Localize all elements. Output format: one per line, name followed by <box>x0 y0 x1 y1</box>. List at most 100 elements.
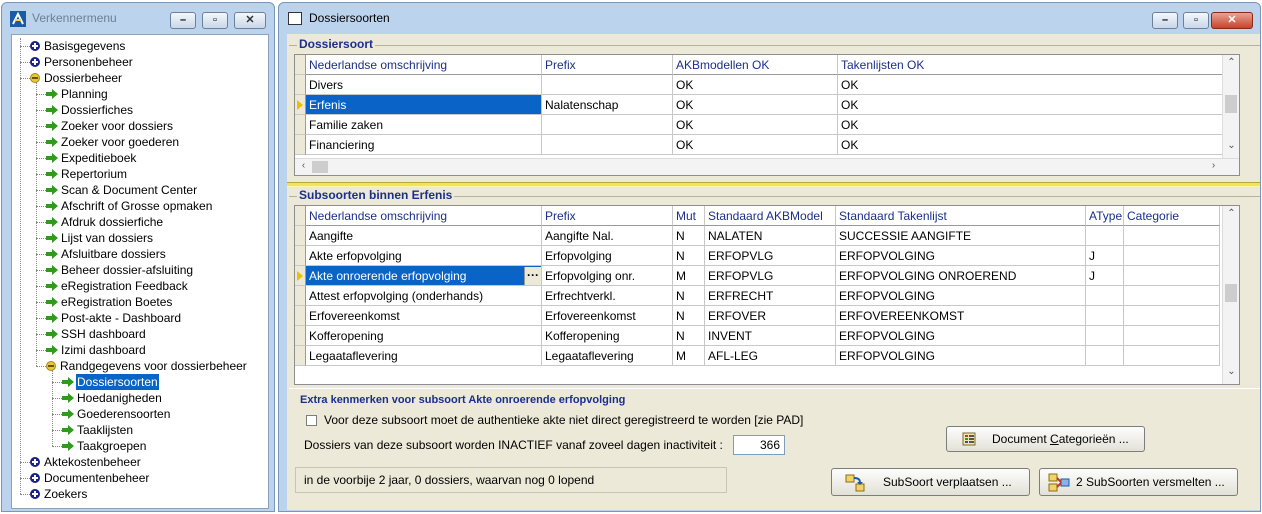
cell-ellipsis-button[interactable]: ··· <box>524 267 541 285</box>
table-cell[interactable]: ERFOPVOLGING <box>836 346 1086 366</box>
table-cell[interactable] <box>1086 226 1124 246</box>
row-indicator[interactable] <box>295 226 306 246</box>
tree-item[interactable]: Randgegevens voor dossierbeheer <box>12 358 267 374</box>
table-cell[interactable]: M <box>673 346 705 366</box>
column-header[interactable]: AKBmodellen OK <box>673 55 838 75</box>
table-cell[interactable] <box>542 135 673 155</box>
tree-item[interactable]: Afsluitbare dossiers <box>12 246 267 262</box>
scroll-down-icon[interactable]: ⌄ <box>1223 140 1239 151</box>
table-cell[interactable] <box>1124 306 1220 326</box>
tree-item[interactable]: Expeditieboek <box>12 150 267 166</box>
dossiersoort-grid[interactable]: Nederlandse omschrijving Prefix AKBmodelle… <box>294 54 1240 176</box>
row-indicator[interactable] <box>295 75 306 95</box>
tree-item[interactable]: Taakgroepen <box>12 438 267 454</box>
main-close-button[interactable]: ✕ <box>1211 12 1253 29</box>
column-header[interactable]: Takenlijsten OK <box>838 55 1224 75</box>
tree-item[interactable]: Planning <box>12 86 267 102</box>
table-cell[interactable]: Akte erfopvolging <box>306 246 542 266</box>
table-cell[interactable]: OK <box>673 75 838 95</box>
table-cell[interactable]: Akte onroerende erfopvolging <box>306 266 542 286</box>
table-cell[interactable]: ERFOPVLG <box>705 266 836 286</box>
column-header[interactable]: Categorie <box>1124 206 1220 226</box>
scroll-thumb[interactable] <box>1225 95 1237 113</box>
table-cell[interactable] <box>1124 286 1220 306</box>
table-cell[interactable]: Erfovereenkomst <box>542 306 673 326</box>
table-cell[interactable] <box>1086 326 1124 346</box>
table-cell[interactable] <box>1086 306 1124 326</box>
table-cell[interactable]: Divers <box>306 75 542 95</box>
explorer-minimize-button[interactable]: – <box>170 12 196 29</box>
tree-item[interactable]: Scan & Document Center <box>12 182 267 198</box>
table-cell[interactable]: ERFOPVOLGING ONROEREND <box>836 266 1086 286</box>
tree-item[interactable]: SSH dashboard <box>12 326 267 342</box>
table-cell[interactable]: Erfopvolging <box>542 246 673 266</box>
expand-icon[interactable] <box>30 473 40 483</box>
move-subsoort-button[interactable]: SubSoort verplaatsen ... <box>831 468 1030 496</box>
table-cell[interactable]: OK <box>838 115 1224 135</box>
current-row-icon[interactable] <box>295 95 306 115</box>
main-titlebar[interactable]: Dossiersoorten – ▫ ✕ <box>279 3 1260 33</box>
table-cell[interactable] <box>1124 266 1220 286</box>
merge-subsoorten-button[interactable]: 2 SubSoorten versmelten ... <box>1039 468 1238 496</box>
table-cell[interactable]: Erfenis <box>306 95 542 115</box>
table-cell[interactable]: NALATEN <box>705 226 836 246</box>
table-cell[interactable]: OK <box>838 135 1224 155</box>
table-cell[interactable] <box>1124 226 1220 246</box>
row-indicator[interactable] <box>295 306 306 326</box>
tree-item[interactable]: Zoeker voor goederen <box>12 134 267 150</box>
table-cell[interactable]: OK <box>838 95 1224 115</box>
column-header[interactable]: Standaard Takenlijst <box>836 206 1086 226</box>
table-cell[interactable]: Erfovereenkomst <box>306 306 542 326</box>
table-cell[interactable] <box>542 75 673 95</box>
explorer-titlebar[interactable]: Verkennermenu – ▫ ✕ <box>2 3 274 33</box>
table-cell[interactable]: Attest erfopvolging (onderhands) <box>306 286 542 306</box>
tree-item[interactable]: Repertorium <box>12 166 267 182</box>
table-cell[interactable]: ERFOPVLG <box>705 246 836 266</box>
main-maximize-button[interactable]: ▫ <box>1183 12 1209 29</box>
vertical-scrollbar[interactable]: ⌃ ⌄ <box>1222 206 1239 384</box>
column-header[interactable]: Prefix <box>542 206 673 226</box>
column-header[interactable]: AType <box>1086 206 1124 226</box>
row-indicator[interactable] <box>295 346 306 366</box>
table-cell[interactable]: INVENT <box>705 326 836 346</box>
document-categories-button[interactable]: Document Categorieën ... <box>946 426 1145 452</box>
table-cell[interactable]: Legaataflevering <box>306 346 542 366</box>
tree-item[interactable]: Afschrift of Grosse opmaken <box>12 198 267 214</box>
expand-icon[interactable] <box>30 457 40 467</box>
table-cell[interactable]: OK <box>673 95 838 115</box>
column-header[interactable]: Mut <box>673 206 705 226</box>
authentic-deed-checkbox[interactable] <box>306 415 317 426</box>
table-cell[interactable]: ERFOVER <box>705 306 836 326</box>
column-header[interactable]: Standaard AKBModel <box>705 206 836 226</box>
collapse-icon[interactable] <box>46 361 56 371</box>
row-indicator[interactable] <box>295 286 306 306</box>
collapse-icon[interactable] <box>30 73 40 83</box>
tree-item[interactable]: Beheer dossier-afsluiting <box>12 262 267 278</box>
tree-item[interactable]: Dossiersoorten <box>12 374 267 390</box>
row-indicator[interactable] <box>295 135 306 155</box>
scroll-left-icon[interactable]: ‹ <box>295 160 312 171</box>
table-cell[interactable]: OK <box>838 75 1224 95</box>
scroll-right-icon[interactable]: › <box>1205 160 1222 171</box>
tree-item[interactable]: Documentenbeheer <box>12 470 267 486</box>
main-minimize-button[interactable]: – <box>1152 12 1178 29</box>
table-cell[interactable]: OK <box>673 115 838 135</box>
tree-item[interactable]: Goederensoorten <box>12 406 267 422</box>
table-cell[interactable]: Financiering <box>306 135 542 155</box>
vertical-scrollbar[interactable]: ⌃ ⌄ <box>1222 55 1239 158</box>
table-cell[interactable]: ERFOVEREENKOMST <box>836 306 1086 326</box>
table-cell[interactable]: AFL-LEG <box>705 346 836 366</box>
row-indicator[interactable] <box>295 246 306 266</box>
tree-item[interactable]: Aktekostenbeheer <box>12 454 267 470</box>
column-header[interactable]: Prefix <box>542 55 673 75</box>
expand-icon[interactable] <box>30 57 40 67</box>
expand-icon[interactable] <box>30 41 40 51</box>
horizontal-scrollbar[interactable]: ‹ › <box>295 158 1239 175</box>
table-cell[interactable]: SUCCESSIE AANGIFTE <box>836 226 1086 246</box>
table-cell[interactable] <box>1086 346 1124 366</box>
table-cell[interactable]: Erfopvolging onr. <box>542 266 673 286</box>
tree-item[interactable]: Zoeker voor dossiers <box>12 118 267 134</box>
table-cell[interactable]: J <box>1086 266 1124 286</box>
explorer-maximize-button[interactable]: ▫ <box>202 12 228 29</box>
table-cell[interactable]: ERFOPVOLGING <box>836 326 1086 346</box>
